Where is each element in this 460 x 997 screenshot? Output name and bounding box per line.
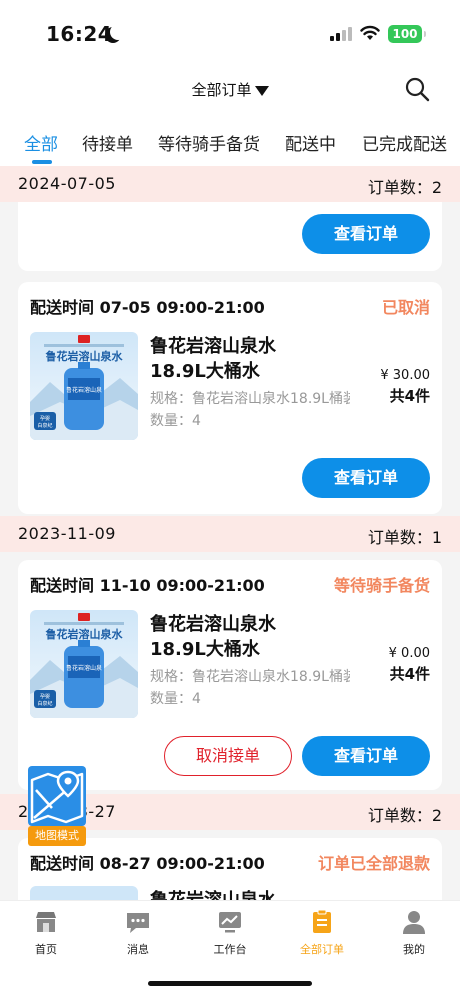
nav-label: 首页 (35, 943, 57, 956)
item-count: 共4件 (389, 665, 430, 683)
status-time: 16:24 (46, 22, 113, 46)
svg-text:鲁花岩溶山泉水: 鲁花岩溶山泉水 (46, 349, 124, 363)
delivery-time: 配送时间 11-10 09:00-21:00 (30, 576, 265, 595)
product-name: 鲁花岩溶山泉水 (150, 888, 320, 900)
svg-text:鲁花岩溶山泉: 鲁花岩溶山泉 (66, 386, 102, 394)
nav-home[interactable]: 首页 (0, 909, 92, 957)
delivery-time: 配送时间 07-05 09:00-21:00 (30, 298, 265, 317)
battery-icon: 100 (388, 25, 426, 43)
tab-all[interactable]: 全部 (24, 130, 58, 155)
order-status: 已取消 (381, 298, 430, 317)
svg-text:孕婴: 孕婴 (40, 416, 50, 422)
profile-icon (403, 911, 425, 934)
app-root: 16:24 100 全部订单 全部 待接单 等待骑手备货 配送中 已完成配送 2… (0, 0, 460, 997)
product-name: 鲁花岩溶山泉水18.9L大桶水 (150, 336, 276, 382)
group-header: 2024-07-05 订单数：2 (0, 166, 460, 202)
svg-text:白泉纪: 白泉纪 (37, 700, 52, 707)
group-date: 2024-07-05 (18, 174, 116, 193)
group-count: 订单数：1 (367, 528, 442, 547)
product-image (30, 886, 138, 900)
message-icon (127, 913, 149, 933)
header: 全部订单 (0, 68, 460, 112)
product-price: ¥ 30.00 (380, 368, 430, 383)
nav-workbench[interactable]: 工作台 (184, 909, 276, 957)
product-image: 鲁花岩溶山泉水 鲁花岩溶山泉 孕婴 白泉纪 (30, 332, 138, 440)
order-card: 配送时间 08-27 09:00-21:00 订单已全部退款 鲁花岩溶山泉水 (18, 838, 442, 900)
tab-delivering[interactable]: 配送中 (285, 130, 336, 155)
product-spec: 规格：鲁花岩溶山泉水18.9L桶装水 (150, 669, 350, 685)
product-name: 鲁花岩溶山泉水18.9L大桶水 (150, 614, 276, 660)
svg-text:鲁花岩溶山泉: 鲁花岩溶山泉 (66, 664, 102, 672)
map-icon (28, 766, 86, 826)
nav-messages[interactable]: 消息 (92, 909, 184, 957)
svg-text:鲁花岩溶山泉水: 鲁花岩溶山泉水 (46, 627, 124, 641)
cancel-acceptance-button[interactable]: 取消接单 (164, 736, 292, 776)
svg-text:白泉纪: 白泉纪 (37, 422, 52, 429)
caret-down-icon (254, 85, 269, 96)
map-mode-button[interactable]: 地图模式 (28, 766, 86, 846)
moon-icon (110, 24, 126, 40)
group-count: 订单数：2 (367, 178, 442, 197)
tab-pending[interactable]: 待接单 (82, 130, 133, 155)
status-tabs: 全部 待接单 等待骑手备货 配送中 已完成配送 (0, 112, 460, 166)
search-icon[interactable] (404, 76, 430, 102)
view-order-button[interactable]: 查看订单 (302, 736, 430, 776)
nav-label: 我的 (403, 943, 425, 956)
order-card: 配送时间 11-10 09:00-21:00 等待骑手备货 鲁花岩溶山泉水 鲁花… (18, 560, 442, 790)
nav-label: 工作台 (213, 943, 247, 956)
product-image: 鲁花岩溶山泉水 鲁花岩溶山泉 孕婴 白泉纪 (30, 610, 138, 718)
tab-awaiting-rider[interactable]: 等待骑手备货 (158, 130, 260, 155)
wifi-icon (360, 25, 380, 40)
tab-completed[interactable]: 已完成配送 (362, 130, 447, 155)
nav-all-orders[interactable]: 全部订单 (276, 909, 368, 957)
product-quantity: 数量：4 (150, 691, 201, 707)
tab-indicator (32, 160, 52, 164)
order-card: 配送时间 07-05 09:00-21:00 已取消 鲁花岩溶山泉水 鲁花岩溶山… (18, 282, 442, 514)
status-bar: 16:24 100 (0, 0, 460, 68)
nav-profile[interactable]: 我的 (368, 909, 460, 957)
order-card: 查看订单 (18, 202, 442, 271)
view-order-button[interactable]: 查看订单 (302, 458, 430, 498)
home-indicator (148, 981, 312, 986)
nav-label: 消息 (127, 943, 149, 956)
signal-icon (330, 27, 352, 41)
nav-label: 全部订单 (300, 943, 344, 956)
group-date: 2023-11-09 (18, 524, 116, 543)
group-count: 订单数：2 (367, 806, 442, 825)
header-title: 全部订单 (191, 81, 252, 99)
order-status: 订单已全部退款 (317, 854, 430, 873)
workbench-icon (219, 912, 241, 933)
view-order-button[interactable]: 查看订单 (302, 214, 430, 254)
store-icon (36, 912, 56, 932)
item-count: 共4件 (389, 387, 430, 405)
map-mode-label: 地图模式 (28, 826, 86, 846)
product-quantity: 数量：4 (150, 413, 201, 429)
orders-icon (313, 909, 331, 933)
svg-text:孕婴: 孕婴 (40, 694, 50, 700)
order-status: 等待骑手备货 (333, 576, 430, 595)
order-filter-dropdown[interactable]: 全部订单 (0, 79, 460, 100)
delivery-time: 配送时间 08-27 09:00-21:00 (30, 854, 265, 873)
product-spec: 规格：鲁花岩溶山泉水18.9L桶装水 (150, 391, 350, 407)
product-price: ¥ 0.00 (388, 646, 430, 661)
group-header: 2023-11-09 订单数：1 (0, 516, 460, 552)
